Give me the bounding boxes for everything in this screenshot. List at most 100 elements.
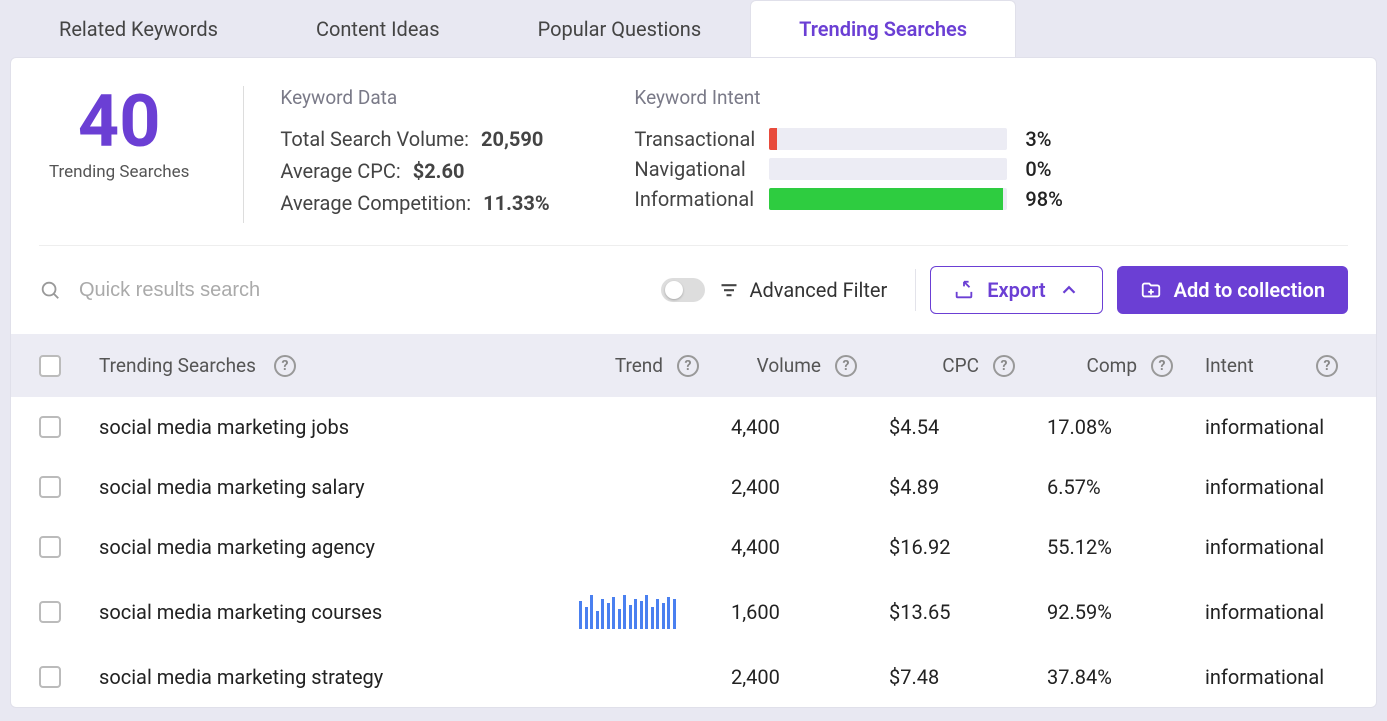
toolbar-divider xyxy=(915,269,916,311)
intent-percent: 3% xyxy=(1025,127,1051,151)
keyword-stat: Total Search Volume: 20,590 xyxy=(280,127,602,151)
row-keyword[interactable]: social media marketing jobs xyxy=(99,415,579,439)
row-comp: 6.57% xyxy=(1025,475,1183,499)
row-intent: informational xyxy=(1183,665,1348,689)
export-icon xyxy=(953,279,975,301)
row-intent: informational xyxy=(1183,415,1348,439)
help-icon[interactable]: ? xyxy=(274,355,296,377)
row-volume: 2,400 xyxy=(709,665,867,689)
keyword-stat-label: Average Competition: xyxy=(280,191,471,215)
row-volume: 1,600 xyxy=(709,600,867,624)
filter-icon xyxy=(719,280,739,300)
row-keyword[interactable]: social media marketing salary xyxy=(99,475,579,499)
row-volume: 2,400 xyxy=(709,475,867,499)
row-cpc: $4.89 xyxy=(867,475,1025,499)
row-intent: informational xyxy=(1183,600,1348,624)
row-checkbox[interactable] xyxy=(39,666,61,688)
tab-content-ideas[interactable]: Content Ideas xyxy=(267,0,489,57)
tab-popular-questions[interactable]: Popular Questions xyxy=(489,0,751,57)
keyword-stat-value: $2.60 xyxy=(413,159,465,183)
keyword-data-title: Keyword Data xyxy=(280,86,602,109)
row-comp: 37.84% xyxy=(1025,665,1183,689)
row-trend xyxy=(579,595,709,629)
advanced-filter-label-group: Advanced Filter xyxy=(719,278,887,302)
keyword-stat-label: Average CPC: xyxy=(280,159,400,183)
add-to-collection-label: Add to collection xyxy=(1174,278,1325,302)
row-comp: 55.12% xyxy=(1025,535,1183,559)
help-icon[interactable]: ? xyxy=(677,355,699,377)
keyword-intent-block: Keyword Intent Transactional 3% Navigation… xyxy=(602,86,1348,223)
row-cpc: $16.92 xyxy=(867,535,1025,559)
help-icon[interactable]: ? xyxy=(1151,355,1173,377)
count-block: 40 Trending Searches xyxy=(39,86,225,223)
col-trend[interactable]: Trend xyxy=(615,354,663,377)
table-row: social media marketing jobs4,400$4.5417.… xyxy=(11,397,1376,457)
table-header: Trending Searches ? Trend ? Volume ? CPC… xyxy=(11,334,1376,397)
col-intent[interactable]: Intent xyxy=(1205,354,1254,377)
row-checkbox[interactable] xyxy=(39,536,61,558)
row-cpc: $13.65 xyxy=(867,600,1025,624)
row-keyword[interactable]: social media marketing courses xyxy=(99,600,579,624)
help-icon[interactable]: ? xyxy=(835,355,857,377)
keyword-data-block: Keyword Data Total Search Volume: 20,590 A… xyxy=(262,86,602,223)
table-row: social media marketing agency 4,400$16.92… xyxy=(11,517,1376,577)
help-icon[interactable]: ? xyxy=(993,355,1015,377)
toolbar: Advanced Filter Export Add to collection xyxy=(11,246,1376,334)
intent-label: Informational xyxy=(634,187,769,211)
toggle-knob xyxy=(665,281,683,299)
intent-bar xyxy=(769,188,1007,210)
intent-label: Transactional xyxy=(634,127,769,151)
row-volume: 4,400 xyxy=(709,535,867,559)
col-cpc[interactable]: CPC xyxy=(942,354,979,377)
row-keyword[interactable]: social media marketing strategy xyxy=(99,665,579,689)
select-all-checkbox[interactable] xyxy=(39,355,61,377)
col-volume[interactable]: Volume xyxy=(757,354,821,377)
intent-row: Informational98% xyxy=(634,187,1348,211)
intent-percent: 0% xyxy=(1025,157,1051,181)
row-comp: 92.59% xyxy=(1025,600,1183,624)
keyword-stat: Average Competition: 11.33% xyxy=(280,191,602,215)
intent-bar xyxy=(769,158,1007,180)
table-row: social media marketing salary 2,400$4.896… xyxy=(11,457,1376,517)
row-checkbox[interactable] xyxy=(39,476,61,498)
row-intent: informational xyxy=(1183,535,1348,559)
main-panel: 40 Trending Searches Keyword Data Total … xyxy=(10,57,1377,708)
row-cpc: $7.48 xyxy=(867,665,1025,689)
row-comp: 17.08% xyxy=(1025,415,1183,439)
sparkline xyxy=(579,595,676,629)
add-to-collection-button[interactable]: Add to collection xyxy=(1117,266,1348,314)
help-icon[interactable]: ? xyxy=(1316,355,1338,377)
table-row: social media marketing courses 1,600$13.6… xyxy=(11,577,1376,647)
add-collection-icon xyxy=(1140,279,1162,301)
col-trending-searches[interactable]: Trending Searches xyxy=(99,354,256,377)
export-button[interactable]: Export xyxy=(930,266,1102,314)
intent-row: Transactional 3% xyxy=(634,127,1348,151)
trending-count-label: Trending Searches xyxy=(49,162,189,182)
tabs-bar: Related KeywordsContent IdeasPopular Que… xyxy=(0,0,1387,57)
keyword-intent-title: Keyword Intent xyxy=(634,86,1348,109)
row-intent: informational xyxy=(1183,475,1348,499)
advanced-filter-label: Advanced Filter xyxy=(749,278,887,302)
intent-row: Navigational0% xyxy=(634,157,1348,181)
intent-bar-fill xyxy=(769,128,776,150)
row-checkbox[interactable] xyxy=(39,601,61,623)
tab-trending-searches[interactable]: Trending Searches xyxy=(750,0,1016,57)
keyword-stat-value: 20,590 xyxy=(481,127,543,151)
keyword-stat-value: 11.33% xyxy=(483,191,549,215)
col-comp[interactable]: Comp xyxy=(1086,354,1137,377)
row-checkbox[interactable] xyxy=(39,416,61,438)
search-input[interactable] xyxy=(79,279,419,302)
advanced-filter-toggle[interactable] xyxy=(661,278,705,302)
chevron-up-icon xyxy=(1058,279,1080,301)
search-icon xyxy=(39,279,61,301)
summary-row: 40 Trending Searches Keyword Data Total … xyxy=(11,58,1376,245)
intent-bar-fill xyxy=(769,188,1002,210)
trending-count: 40 xyxy=(49,86,189,158)
row-keyword[interactable]: social media marketing agency xyxy=(99,535,579,559)
vertical-divider xyxy=(243,86,244,223)
row-cpc: $4.54 xyxy=(867,415,1025,439)
tab-related-keywords[interactable]: Related Keywords xyxy=(10,0,267,57)
keyword-stat: Average CPC: $2.60 xyxy=(280,159,602,183)
keyword-stat-label: Total Search Volume: xyxy=(280,127,469,151)
table-row: social media marketing strategy 2,400$7.4… xyxy=(11,647,1376,707)
